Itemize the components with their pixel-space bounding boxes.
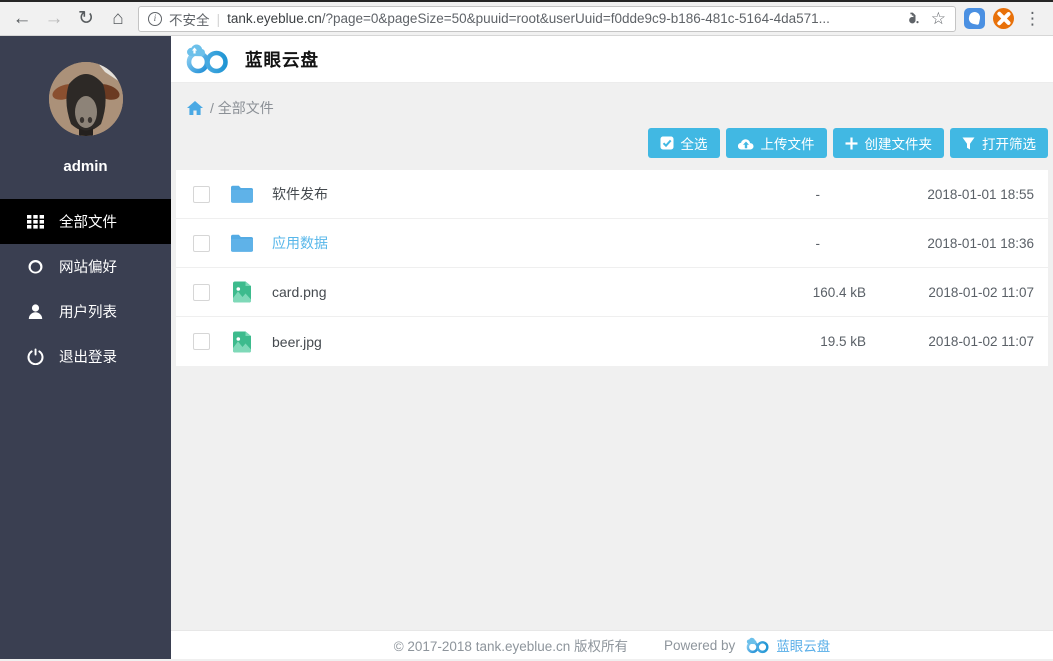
footer: © 2017-2018 tank.eyeblue.cn 版权所有 Powered… [171, 630, 1053, 659]
cloud-upload-icon [738, 137, 754, 150]
sidebar-item-label: 全部文件 [59, 211, 117, 232]
file-date: 2018-01-02 11:07 [866, 285, 1034, 300]
file-date: 2018-01-02 11:07 [866, 334, 1034, 349]
filter-icon [962, 137, 975, 150]
forward-icon[interactable]: → [42, 9, 66, 28]
sidebar-item-label: 退出登录 [59, 346, 117, 367]
file-name[interactable]: 软件发布 [272, 184, 328, 204]
powered-by-text: Powered by [664, 638, 735, 653]
grid-icon [27, 213, 44, 230]
toolbar: 全选 上传文件 创建文件夹 打开筛选 [171, 128, 1053, 158]
file-row[interactable]: beer.jpg 19.5 kB 2018-01-02 11:07 [176, 317, 1048, 366]
user-icon [27, 303, 44, 320]
extension-icon-orange[interactable] [993, 8, 1014, 29]
url-text: tank.eyeblue.cn/?page=0&pageSize=50&puui… [227, 11, 899, 26]
create-folder-button[interactable]: 创建文件夹 [833, 128, 945, 158]
image-file-icon [229, 279, 255, 305]
sidebar-item-label: 用户列表 [59, 301, 117, 322]
sidebar: admin 全部文件 网站偏好 [0, 36, 171, 659]
row-checkbox[interactable] [193, 284, 210, 301]
back-icon[interactable]: ← [10, 9, 34, 28]
sidebar-item-logout[interactable]: 退出登录 [0, 334, 171, 379]
avatar[interactable] [49, 62, 123, 136]
select-all-button[interactable]: 全选 [648, 128, 720, 158]
file-name[interactable]: card.png [272, 284, 326, 300]
file-date: 2018-01-01 18:55 [866, 187, 1034, 202]
copyright-text: © 2017-2018 tank.eyeblue.cn 版权所有 [394, 635, 628, 655]
browser-menu-icon[interactable]: ⋮ [1022, 9, 1043, 29]
open-filter-button[interactable]: 打开筛选 [950, 128, 1048, 158]
security-label: 不安全 [169, 9, 210, 29]
select-all-label: 全选 [681, 133, 708, 153]
file-date: 2018-01-01 18:36 [866, 236, 1034, 251]
row-checkbox[interactable] [193, 186, 210, 203]
power-icon [27, 348, 44, 365]
file-row[interactable]: card.png 160.4 kB 2018-01-02 11:07 [176, 268, 1048, 317]
folder-icon [229, 181, 255, 207]
file-row[interactable]: 应用数据 - 2018-01-01 18:36 [176, 219, 1048, 268]
password-key-icon[interactable] [906, 11, 922, 27]
screen: ← → ↻ ⌂ i 不安全 | tank.eyeblue.cn/?page=0&… [0, 0, 1053, 661]
plus-icon [845, 137, 858, 150]
file-size: - [751, 236, 866, 251]
create-folder-label: 创建文件夹 [865, 133, 933, 153]
folder-icon [229, 230, 255, 256]
url-host: tank.eyeblue.cn [227, 11, 322, 26]
breadcrumb-home-icon[interactable] [187, 101, 203, 116]
row-checkbox[interactable] [193, 235, 210, 252]
file-row[interactable]: 软件发布 - 2018-01-01 18:55 [176, 170, 1048, 219]
open-filter-label: 打开筛选 [982, 133, 1036, 153]
home-icon[interactable]: ⌂ [106, 9, 130, 28]
file-size: 160.4 kB [751, 285, 866, 300]
username: admin [0, 158, 171, 175]
sidebar-menu: 全部文件 网站偏好 用户列表 [0, 199, 171, 379]
footer-logo-icon [744, 637, 772, 654]
file-size: 19.5 kB [751, 334, 866, 349]
app-logo [183, 43, 233, 75]
sidebar-item-user-list[interactable]: 用户列表 [0, 289, 171, 334]
footer-brand-label: 蓝眼云盘 [776, 635, 830, 655]
url-path: /?page=0&pageSize=50&puuid=root&userUuid… [322, 11, 830, 26]
omnibox-divider: | [217, 11, 221, 27]
reload-icon[interactable]: ↻ [74, 9, 98, 28]
breadcrumb: / 全部文件 [171, 83, 1053, 118]
file-name[interactable]: 应用数据 [272, 233, 328, 253]
bookmark-star-icon[interactable]: ☆ [931, 9, 946, 29]
goat-avatar-image [49, 62, 123, 136]
upload-file-label: 上传文件 [761, 133, 815, 153]
sidebar-item-all-files[interactable]: 全部文件 [0, 199, 171, 244]
extension-icon-blue[interactable] [964, 8, 985, 29]
url-bar[interactable]: i 不安全 | tank.eyeblue.cn/?page=0&pageSize… [138, 6, 956, 32]
check-square-icon [660, 136, 674, 150]
footer-brand-link[interactable]: 蓝眼云盘 [744, 635, 830, 655]
file-list: 软件发布 - 2018-01-01 18:55 应用数据 - 2018-01-0… [176, 170, 1048, 366]
browser-toolbar: ← → ↻ ⌂ i 不安全 | tank.eyeblue.cn/?page=0&… [0, 0, 1053, 36]
page-title: 蓝眼云盘 [245, 47, 319, 72]
image-file-icon [229, 329, 255, 355]
file-size: - [751, 187, 866, 202]
sidebar-item-site-preferences[interactable]: 网站偏好 [0, 244, 171, 289]
sidebar-item-label: 网站偏好 [59, 256, 117, 277]
breadcrumb-path[interactable]: / 全部文件 [210, 98, 274, 118]
file-name[interactable]: beer.jpg [272, 334, 322, 350]
upload-file-button[interactable]: 上传文件 [726, 128, 827, 158]
site-info-icon[interactable]: i [148, 12, 162, 26]
row-checkbox[interactable] [193, 333, 210, 350]
app-header: 蓝眼云盘 [171, 36, 1053, 83]
main-content: / 全部文件 全选 上传文件 创建文件夹 [171, 83, 1053, 630]
dashboard-icon [27, 258, 44, 275]
